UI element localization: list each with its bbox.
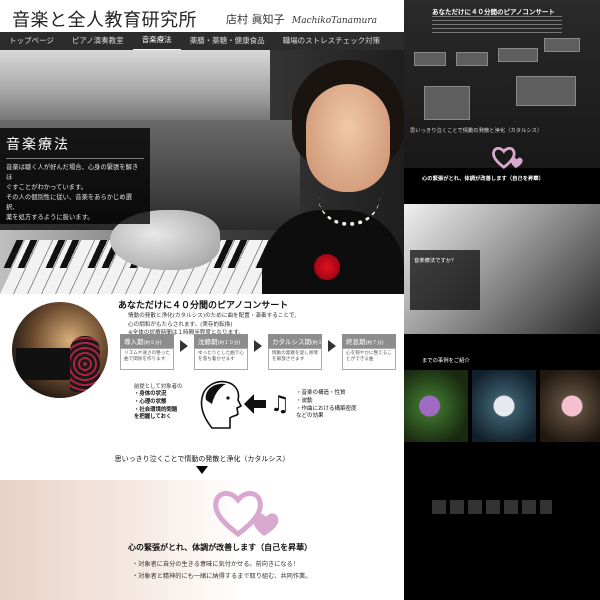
step-calm: 沈静期(約１０分) ゆったりとした曲で心を落ち着かせます	[194, 334, 248, 370]
site-title[interactable]: 音楽と全人教育研究所	[12, 6, 197, 32]
result-item: ・対象者と精神的にも一緒に納得するまで取り組む、共同作業。	[132, 573, 312, 580]
author-name: 店村 眞知子 MachikoTanamura	[226, 11, 377, 27]
hero-title: 音楽療法	[6, 134, 144, 159]
preview-question: 音楽療法ですか？	[414, 258, 457, 264]
preview-flower-image	[404, 370, 468, 442]
concert-title: あなただけに４０分間のピアノコンサート	[118, 301, 289, 311]
step-body: 心を穏やかに整えることができる曲	[342, 348, 396, 370]
nav-item-stress-check[interactable]: 職場のストレスチェック対策	[274, 32, 390, 50]
piano-image	[0, 50, 270, 120]
author-name-jp: 店村 眞知子	[226, 13, 285, 26]
step-end: 終息期(約７分) 心を穏やかに整えることができる曲	[342, 334, 396, 370]
rose-corsage	[314, 254, 340, 280]
condition-item: を把握しておく	[134, 414, 172, 421]
main-page: 音楽と全人教育研究所 店村 眞知子 MachikoTanamura トップページ…	[0, 0, 404, 600]
preview-footer	[432, 500, 552, 514]
hearts-icon	[213, 491, 279, 538]
result-section: 心の緊張がとれ、体調が改善します（自己を昇華） ・対象者に自分の生きる意味に気付…	[0, 480, 404, 600]
site-header: 音楽と全人教育研究所 店村 眞知子 MachikoTanamura	[0, 0, 404, 32]
music-factor-item: などの効果	[296, 413, 324, 420]
step-time: (約１０分)	[217, 341, 241, 346]
music-factors: ・音楽の構造・性質 ・波動 ・作曲における構築密度 などの効果	[296, 390, 378, 421]
step-header: 導入期(約５分)	[120, 334, 174, 348]
portrait-face	[306, 84, 390, 192]
step-catharsis: カタルシス期(約１５分) 情動の発散を促し感情を解放させます	[268, 334, 334, 370]
arrow-right-icon	[254, 340, 262, 352]
nav-item-music-therapy[interactable]: 音楽療法	[132, 31, 181, 51]
preview-result: 心の緊張がとれ、体調が改善します（自己を昇華）	[422, 176, 544, 182]
hero-text-line: ぐすことがわかっています。	[6, 184, 87, 191]
portrait-dress	[262, 210, 404, 294]
step-body: ゆったりとした曲で心を落ち着かせます	[194, 348, 248, 370]
preview-description	[432, 16, 562, 36]
preview-step	[456, 52, 488, 66]
arrow-right-icon	[180, 340, 188, 352]
condition-item: ・身体の状況	[134, 391, 167, 398]
hero-text-line: 音楽は聴く人が好んだ場合、心身の緊張を解きほ	[6, 164, 139, 181]
concert-section: あなただけに４０分間のピアノコンサート 情動の発散と浄化(カタルシス)のために曲…	[0, 294, 404, 480]
arrow-down-icon	[196, 466, 208, 474]
preview-flower-image	[540, 370, 600, 442]
nav-item-herbal[interactable]: 薬膳・薬糖・健康食品	[181, 32, 274, 50]
concert-desc-line: 情動の発散と浄化(カタルシス)のために曲を配置・演奏することで、	[128, 313, 300, 319]
hero-textbox: 音楽療法 音楽は聴く人が好んだ場合、心身の緊張を解きほ ぐすことがわかっています…	[0, 128, 150, 224]
preview-flower-image	[472, 370, 536, 442]
step-label: 沈静期	[198, 338, 218, 346]
preview-catharsis: 思いっきり泣くことで情動の発散と浄化（カタルシス）	[410, 128, 543, 134]
arrow-right-icon	[328, 340, 336, 352]
condition-item: ・心理の状態	[134, 399, 167, 405]
step-time: (約７分)	[365, 341, 384, 346]
music-factor-item: ・音楽の構造・性質	[296, 390, 346, 396]
catharsis-caption: 思いっきり泣くことで情動の発散と浄化（カタルシス）	[114, 455, 290, 463]
main-nav: トップページ ピアノ演奏教室 音楽療法 薬膳・薬糖・健康食品 職場のストレスチェ…	[0, 31, 404, 51]
concert-desc-line: 心の調和がもたらされます。(実存的転換)	[128, 321, 233, 328]
step-intro: 導入期(約５分) リズムや速さの整った曲で関係を作ります	[120, 334, 174, 370]
hero-banner: 音楽療法 音楽は聴く人が好んだ場合、心身の緊張を解きほ ぐすことがわかっています…	[0, 50, 404, 294]
concert-player	[70, 336, 100, 392]
portrait-image	[262, 60, 404, 294]
step-label: カタルシス期	[272, 338, 311, 346]
step-header: 終息期(約７分)	[342, 334, 396, 348]
hero-text-line: 薬を処方するように扱います。	[6, 214, 94, 221]
preview-step	[414, 52, 446, 66]
preview-concert: あなただけに４０分間のピアノコンサート 思いっきり泣くことで情動の発散と浄化（カ…	[404, 0, 600, 169]
preview-music-factors	[516, 76, 576, 106]
step-body: 情動の発散を促し感情を解放させます	[268, 348, 322, 370]
step-label: 終息期	[346, 338, 366, 346]
author-name-en: MachikoTanamura	[292, 16, 377, 26]
step-body: リズムや速さの整った曲で関係を作ります	[120, 348, 174, 370]
preview-conditions	[424, 86, 470, 120]
concert-photo	[12, 302, 108, 398]
conditions-list: ・身体の状況 ・心理の状態 ・社会環境的問題 を把握しておく	[134, 391, 196, 421]
preview-hearts-icon	[492, 147, 523, 169]
hero-text-line: その人の個別性に従い、音楽をあらかじめ選択、	[6, 194, 132, 211]
concert-piano	[16, 348, 72, 380]
arrow-left-icon	[244, 394, 266, 414]
preview-step	[544, 38, 580, 52]
music-note-icon: ♫	[270, 392, 290, 417]
client-conditions: 前提として対象者の ・身体の状況 ・心理の状態 ・社会環境的問題 を把握しておく	[134, 384, 196, 422]
result-title: 心の緊張がとれ、体調が改善します（自己を昇華）	[128, 543, 313, 552]
preview-flowers-title: までの事例をご紹介	[422, 358, 470, 364]
step-header: 沈静期(約１０分)	[194, 334, 248, 348]
face-profile-icon	[200, 380, 243, 429]
nav-item-top[interactable]: トップページ	[0, 32, 63, 50]
concert-steps: 導入期(約５分) リズムや速さの整った曲で関係を作ります 沈静期(約１０分) ゆ…	[120, 334, 396, 370]
music-factor-item: ・波動	[296, 397, 313, 404]
step-time: (約５分)	[143, 341, 162, 346]
result-item: ・対象者に自分の生きる意味に気付かせる。前向きになる！	[132, 561, 299, 568]
hero-text: 音楽は聴く人が好んだ場合、心身の緊張を解きほ ぐすことがわかっています。 その人…	[6, 163, 144, 223]
step-label: 導入期	[124, 338, 144, 346]
step-header: カタルシス期(約１５分)	[268, 334, 334, 348]
preview-step	[498, 48, 538, 62]
preview-title: あなただけに４０分間のピアノコンサート	[432, 8, 555, 16]
preview-question-box: 音楽療法ですか？	[410, 250, 480, 310]
page-preview-column: あなただけに４０分間のピアノコンサート 思いっきり泣くことで情動の発散と浄化（カ…	[404, 0, 600, 600]
nav-item-piano[interactable]: ピアノ演奏教室	[63, 32, 133, 50]
